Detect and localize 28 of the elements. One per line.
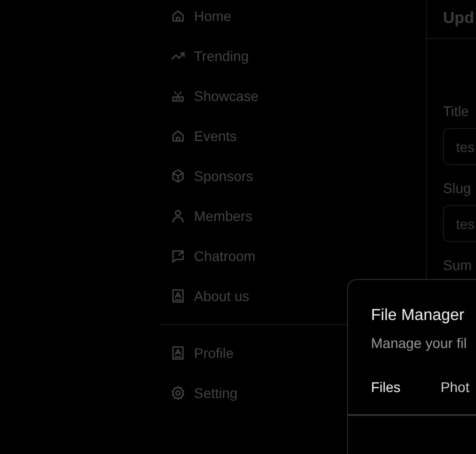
home-icon xyxy=(170,8,186,24)
gear-icon xyxy=(170,385,186,401)
nav-item[interactable]: Profile xyxy=(160,337,234,369)
nav-item[interactable]: Showcase xyxy=(160,80,259,112)
nav-item[interactable]: Events xyxy=(160,120,237,152)
contact-book-icon xyxy=(170,345,186,361)
box-icon xyxy=(170,168,186,184)
field-label: Sum xyxy=(443,257,472,273)
nav-item[interactable]: Home xyxy=(160,0,232,32)
nav-item[interactable]: Trending xyxy=(160,40,249,72)
page-title: Upd xyxy=(443,10,474,28)
input-field[interactable]: tes xyxy=(443,128,476,165)
contact-book-icon xyxy=(170,288,186,304)
nav-item[interactable]: Chatroom xyxy=(160,240,256,272)
user-icon xyxy=(170,208,186,224)
tab[interactable]: Phot xyxy=(440,378,470,396)
nav-item[interactable]: About us xyxy=(160,280,250,312)
tab[interactable]: Files xyxy=(371,378,401,396)
message-icon xyxy=(170,248,186,264)
field-label: Title xyxy=(443,103,469,119)
input-field[interactable]: tes xyxy=(443,205,476,242)
dialog-description: Manage your fil xyxy=(371,335,467,351)
dialog-title: File Manager xyxy=(371,307,464,324)
nav-item[interactable]: Members xyxy=(160,200,252,232)
nav-item[interactable]: Sponsors xyxy=(160,160,254,192)
field-label: Slug xyxy=(443,180,472,196)
nav-item[interactable]: Setting xyxy=(160,377,238,409)
home-icon xyxy=(170,128,186,144)
